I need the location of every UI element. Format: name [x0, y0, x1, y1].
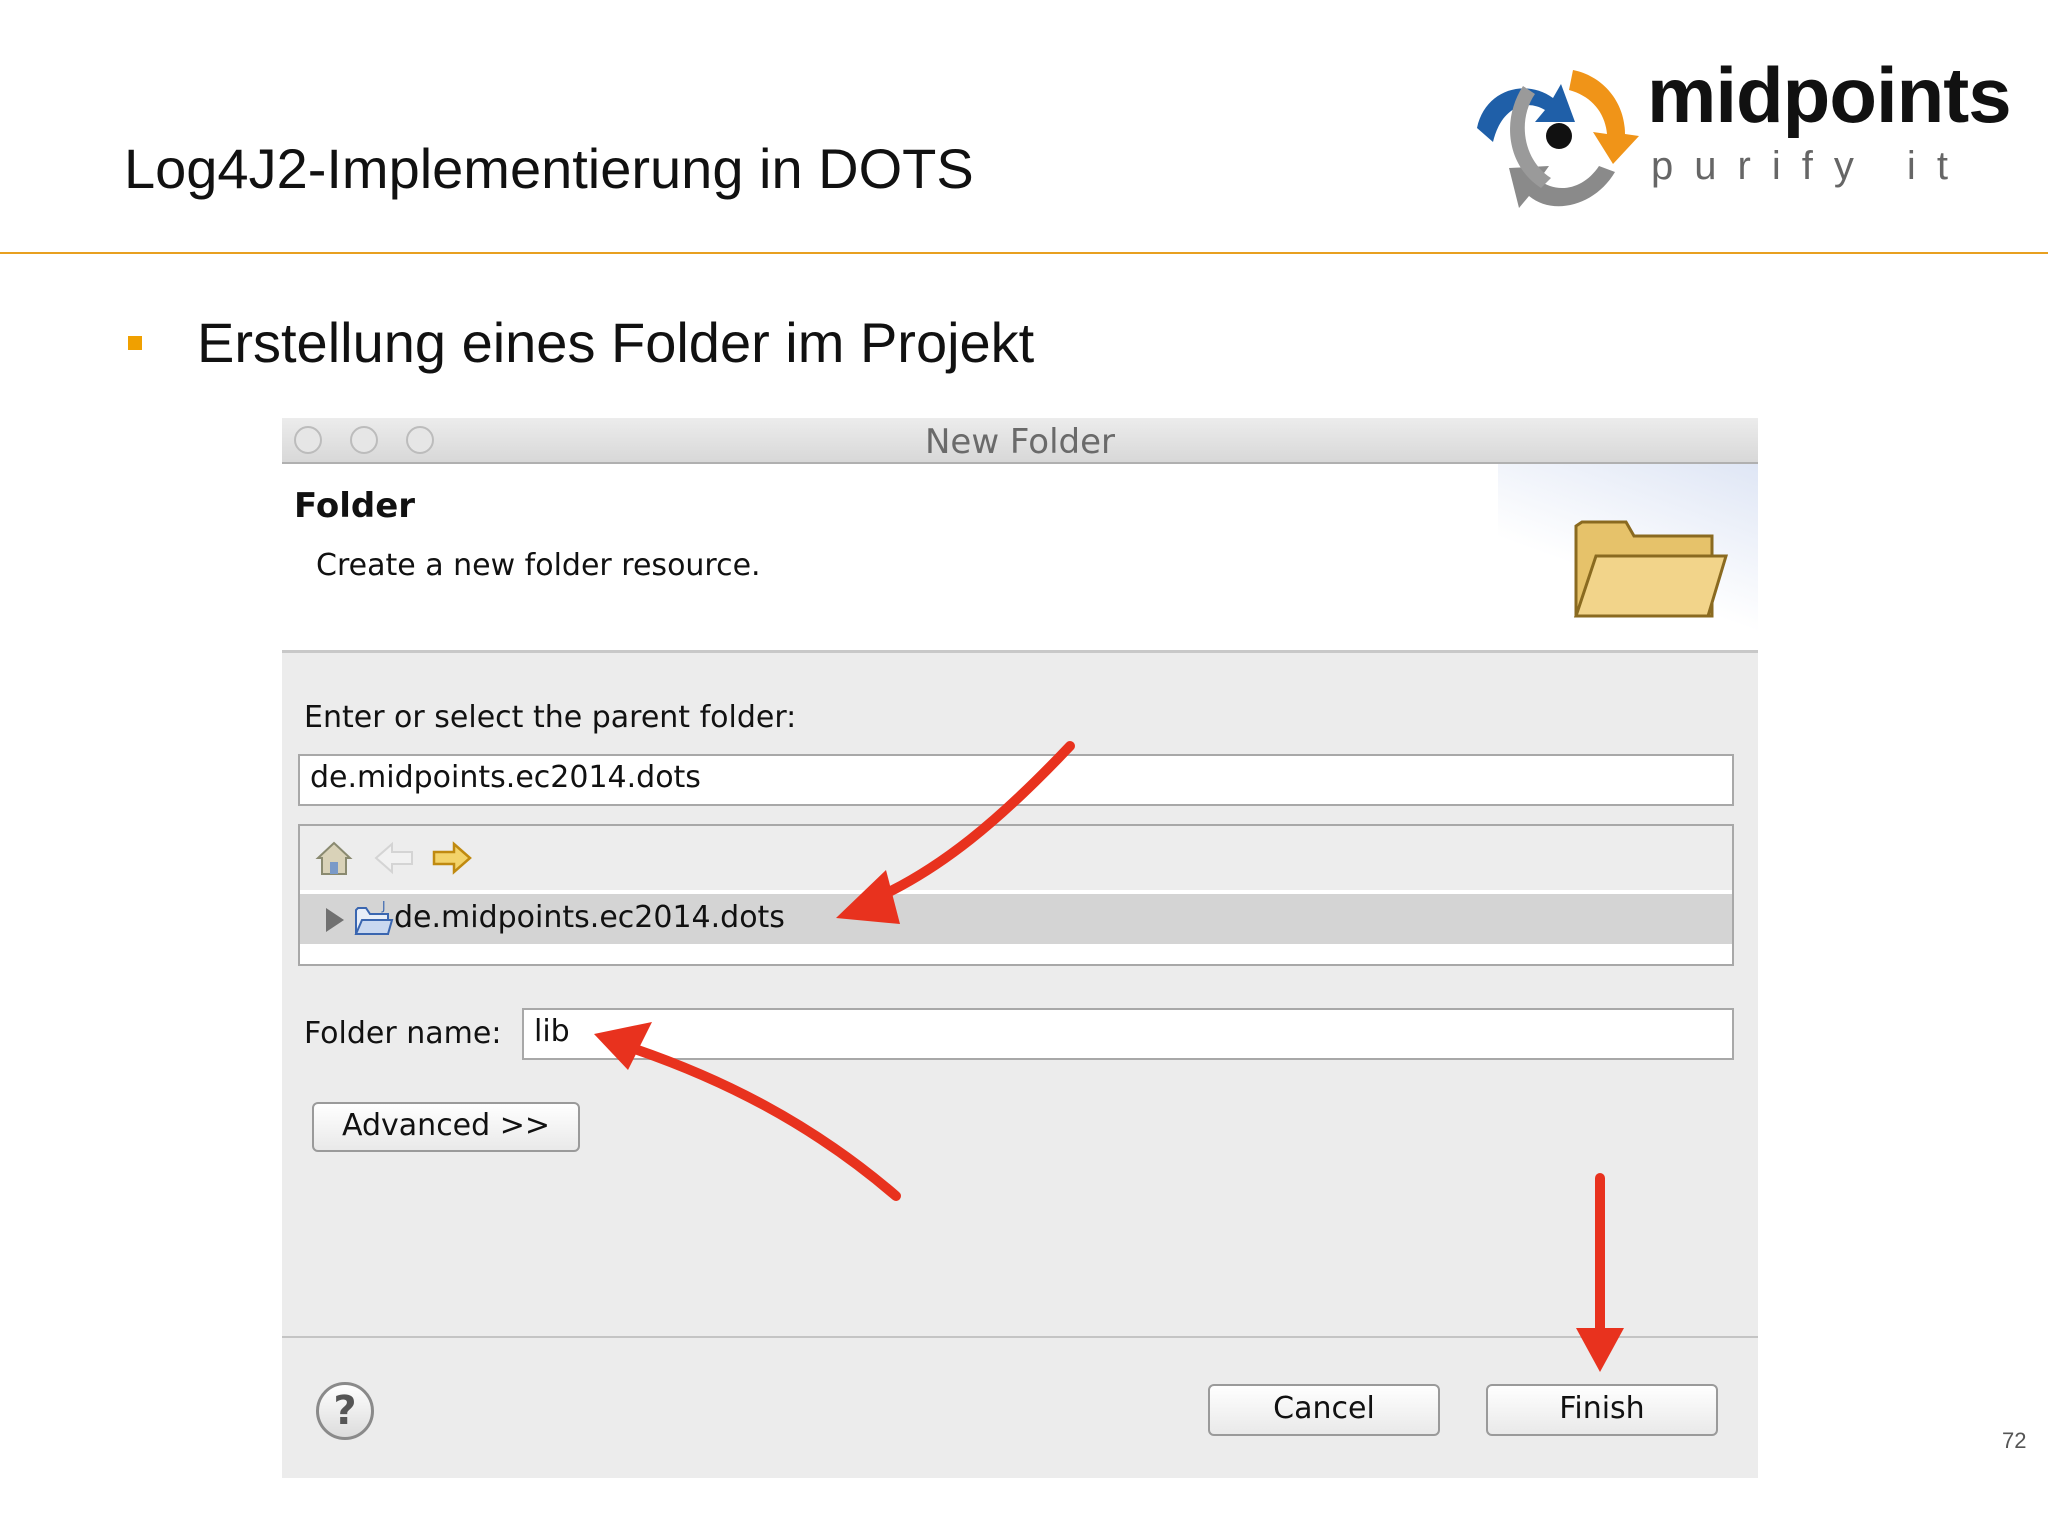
logo-tagline: purify it: [1651, 144, 1969, 188]
project-folder-icon: J: [354, 899, 394, 935]
header-divider: [0, 252, 2048, 254]
back-arrow-icon[interactable]: [372, 840, 416, 876]
expand-triangle-icon[interactable]: [326, 908, 344, 932]
logo-wordmark: midpoints: [1647, 51, 2012, 139]
folder-icon: [1573, 520, 1729, 618]
midpoints-logo-mark: [1477, 70, 1639, 208]
folder-name-input[interactable]: lib: [522, 1008, 1734, 1060]
parent-folder-label: Enter or select the parent folder:: [304, 700, 797, 735]
finish-button[interactable]: Finish: [1486, 1384, 1718, 1436]
new-folder-dialog: New Folder Folder Create a new folder re…: [282, 418, 1758, 1478]
tree-toolbar: [300, 826, 1732, 890]
svg-text:J: J: [381, 899, 386, 913]
wizard-banner: Folder Create a new folder resource.: [282, 464, 1758, 653]
dialog-titlebar: New Folder: [282, 418, 1758, 464]
dialog-title: New Folder: [924, 422, 1116, 462]
page-number: 72: [2002, 1428, 2027, 1453]
forward-arrow-icon[interactable]: [430, 840, 474, 876]
wizard-description: Create a new folder resource.: [316, 548, 761, 583]
slide-title: Log4J2-Implementierung in DOTS: [124, 137, 974, 200]
home-icon[interactable]: [314, 838, 354, 878]
tree-item[interactable]: J de.midpoints.ec2014.dots: [300, 894, 1732, 944]
folder-name-label: Folder name:: [304, 1016, 502, 1051]
help-icon[interactable]: ?: [316, 1382, 374, 1440]
bullet-text: Erstellung eines Folder im Projekt: [197, 311, 1035, 374]
wizard-heading: Folder: [294, 486, 416, 526]
cancel-button[interactable]: Cancel: [1208, 1384, 1440, 1436]
midpoints-logo: midpoints purify it: [1465, 50, 2025, 220]
parent-folder-input[interactable]: de.midpoints.ec2014.dots: [298, 754, 1734, 806]
tree-item-label: de.midpoints.ec2014.dots: [394, 900, 785, 935]
bullet-marker: [128, 336, 142, 350]
button-bar-divider: [282, 1336, 1758, 1338]
project-tree: J de.midpoints.ec2014.dots: [298, 824, 1734, 966]
advanced-button[interactable]: Advanced >>: [312, 1102, 580, 1152]
